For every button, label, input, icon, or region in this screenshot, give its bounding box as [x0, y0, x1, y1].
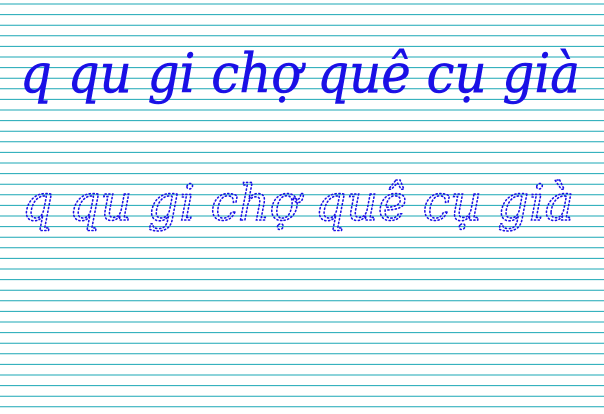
trace-handwriting-line: q qu gi chợ quê cụ già: [0, 142, 604, 233]
trace-handwriting-text: q qu gi chợ quê cụ già: [22, 174, 574, 232]
model-handwriting-svg: q qu gi chợ quê cụ già: [20, 42, 581, 106]
model-handwriting-line: q qu gi chợ quê cụ già: [0, 14, 604, 106]
handwriting-worksheet: q qu gi chợ quê cụ già q qu gi chợ quê c…: [0, 0, 604, 414]
trace-handwriting-svg: q qu gi chợ quê cụ già: [21, 173, 575, 233]
model-handwriting-text: q qu gi chợ quê cụ già: [20, 42, 580, 105]
